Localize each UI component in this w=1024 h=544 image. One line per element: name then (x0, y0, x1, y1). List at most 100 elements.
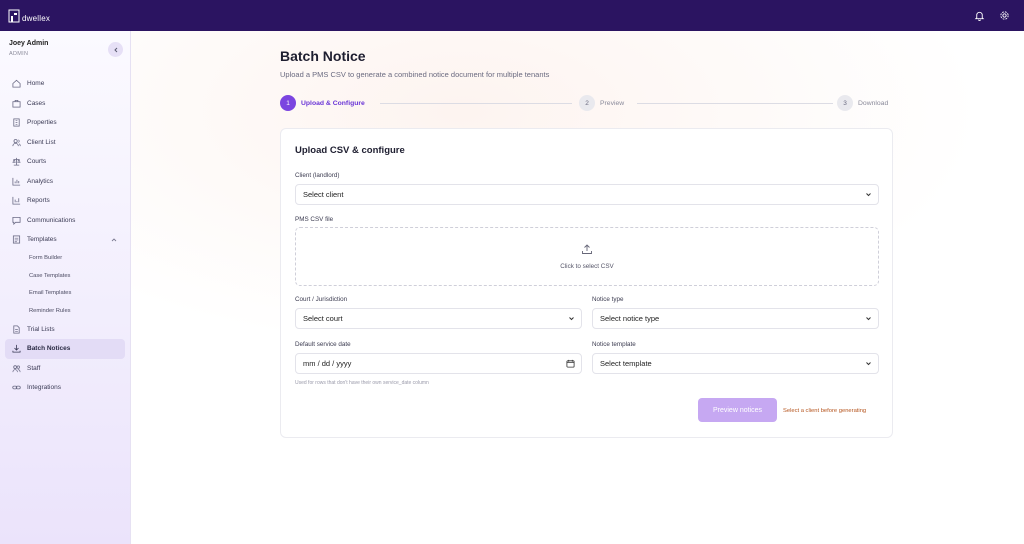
sidebar-item-reports[interactable]: Reports (5, 191, 125, 211)
chevron-up-icon (111, 237, 117, 243)
page-subtitle: Upload a PMS CSV to generate a combined … (280, 70, 550, 79)
sidebar-item-label: Templates (27, 236, 57, 244)
sidebar-item-label: Reports (27, 197, 50, 205)
gear-icon[interactable] (999, 10, 1010, 21)
link-icon (11, 383, 21, 393)
sidebar-item-label: Analytics (27, 177, 54, 185)
step-number: 1 (280, 95, 296, 111)
notice-template-select[interactable]: Select template (592, 353, 879, 374)
calendar-icon[interactable] (566, 359, 575, 368)
sidebar-item-integrations[interactable]: Integrations (5, 378, 125, 398)
download-icon (11, 344, 21, 354)
sidebar-item-label: Cases (27, 99, 46, 107)
stepper: 1 Upload & Configure 2 Preview 3 Downloa… (280, 95, 895, 111)
sidebar-item-label: Home (27, 80, 45, 88)
sidebar-item-cases[interactable]: Cases (5, 94, 125, 114)
chat-icon (11, 215, 21, 225)
service-date-placeholder: mm / dd / yyyy (303, 359, 352, 368)
service-date-input[interactable]: mm / dd / yyyy (295, 353, 582, 374)
service-date-label: Default service date (295, 341, 351, 348)
step-connector (380, 103, 572, 104)
court-select-value: Select court (303, 314, 343, 323)
sidebar-item-home[interactable]: Home (5, 74, 125, 94)
step-label: Preview (600, 99, 625, 107)
csv-file-label: PMS CSV file (295, 216, 334, 223)
sidebar-item-client-list[interactable]: Client List (5, 133, 125, 153)
sidebar-item-label: Courts (27, 158, 47, 166)
step-download[interactable]: 3 Download (837, 95, 888, 111)
top-bar: dwellex (0, 0, 1024, 31)
chevron-left-icon (113, 47, 117, 52)
notice-template-select-value: Select template (600, 359, 652, 368)
sidebar-item-trial-lists[interactable]: Trial Lists (5, 320, 125, 340)
chevron-down-icon (568, 315, 575, 322)
upload-icon (581, 243, 593, 255)
sidebar-subitem-case-templates[interactable]: Case Templates (5, 267, 125, 285)
notice-type-select-value: Select notice type (600, 314, 660, 323)
chevron-down-icon (865, 360, 872, 367)
chevron-down-icon (865, 191, 872, 198)
notice-template-label: Notice template (592, 341, 636, 348)
notice-type-select[interactable]: Select notice type (592, 308, 879, 329)
sidebar-subitem-form-builder[interactable]: Form Builder (5, 250, 125, 268)
court-select[interactable]: Select court (295, 308, 582, 329)
user-info: Joey Admin ADMIN (9, 40, 48, 57)
file-icon (11, 324, 21, 334)
upload-configure-card: Upload CSV & configure Client (landlord)… (280, 128, 893, 438)
step-upload-configure[interactable]: 1 Upload & Configure (280, 95, 365, 111)
building-logo-icon (8, 9, 20, 22)
sidebar: Joey Admin ADMIN Home Cases Properties C… (0, 31, 131, 544)
dropzone-text: Click to select CSV (560, 263, 614, 270)
preview-notices-button[interactable]: Preview notices (698, 398, 777, 422)
step-preview[interactable]: 2 Preview (579, 95, 624, 111)
step-label: Download (858, 99, 889, 107)
client-required-warning: Select a client before generating (783, 408, 867, 414)
sidebar-subitem-email-templates[interactable]: Email Templates (5, 285, 125, 303)
sidebar-item-batch-notices[interactable]: Batch Notices (5, 339, 125, 359)
sidebar-nav: Home Cases Properties Client List Courts… (5, 74, 125, 398)
sidebar-item-label: Properties (27, 119, 57, 127)
collapse-sidebar-button[interactable] (108, 42, 123, 57)
step-label: Upload & Configure (301, 99, 365, 107)
notice-type-label: Notice type (592, 296, 624, 303)
logo-text: dwellex (22, 13, 51, 23)
bell-icon[interactable] (974, 10, 985, 21)
court-label: Court / Jurisdiction (295, 296, 348, 303)
home-icon (11, 79, 21, 89)
sidebar-item-label: Communications (27, 216, 76, 224)
sidebar-item-label: Staff (27, 364, 41, 372)
step-number: 2 (579, 95, 595, 111)
user-role: ADMIN (9, 51, 29, 57)
sidebar-item-staff[interactable]: Staff (5, 359, 125, 379)
step-connector (637, 103, 833, 104)
csv-dropzone[interactable]: Click to select CSV (295, 227, 879, 286)
sidebar-item-templates[interactable]: Templates (5, 230, 125, 250)
sidebar-item-courts[interactable]: Courts (5, 152, 125, 172)
sidebar-item-label: Batch Notices (27, 345, 71, 353)
client-select[interactable]: Select client (295, 184, 879, 205)
sidebar-item-label: Trial Lists (27, 325, 55, 333)
sidebar-subitem-reminder-rules[interactable]: Reminder Rules (5, 302, 125, 320)
template-icon (11, 235, 21, 245)
sidebar-item-communications[interactable]: Communications (5, 211, 125, 231)
user-name: Joey Admin (9, 40, 49, 47)
service-date-hint: Used for rows that don't have their own … (295, 380, 429, 386)
sidebar-item-label: Client List (27, 138, 56, 146)
app-logo[interactable]: dwellex (8, 9, 50, 23)
client-label: Client (landlord) (295, 172, 340, 179)
card-title: Upload CSV & configure (295, 145, 405, 156)
staff-icon (11, 363, 21, 373)
report-icon (11, 196, 21, 206)
chevron-down-icon (865, 315, 872, 322)
main-content: Batch Notice Upload a PMS CSV to generat… (131, 31, 1024, 544)
scale-icon (11, 157, 21, 167)
chart-icon (11, 176, 21, 186)
sidebar-item-label: Integrations (27, 384, 61, 392)
page-title: Batch Notice (280, 48, 366, 64)
sidebar-item-analytics[interactable]: Analytics (5, 172, 125, 192)
users-icon (11, 137, 21, 147)
step-number: 3 (837, 95, 853, 111)
sidebar-item-properties[interactable]: Properties (5, 113, 125, 133)
briefcase-icon (11, 98, 21, 108)
building-icon (11, 118, 21, 128)
